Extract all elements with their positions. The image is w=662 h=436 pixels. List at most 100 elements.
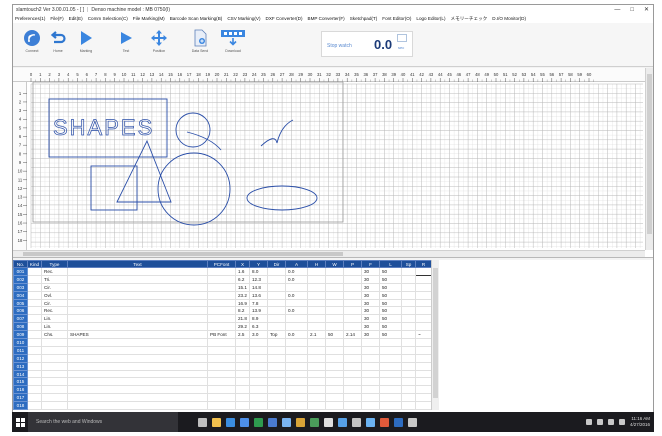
test-button[interactable]: Test bbox=[115, 29, 137, 57]
table-cell-a[interactable] bbox=[285, 314, 308, 324]
table-cell-type[interactable]: Chs. bbox=[41, 330, 68, 340]
table-cell-no[interactable]: 012 bbox=[13, 353, 28, 363]
table-cell-kind[interactable] bbox=[27, 369, 42, 379]
table-cell-y[interactable]: 13.6 bbox=[249, 290, 268, 300]
table-cell-a[interactable] bbox=[285, 298, 308, 308]
table-cell-y[interactable]: 7.8 bbox=[249, 298, 268, 308]
file-explorer-icon[interactable] bbox=[212, 417, 221, 427]
table-cell-p[interactable] bbox=[343, 353, 362, 363]
table-cell-p[interactable]: 2.14 bbox=[343, 330, 362, 340]
table-cell-l[interactable] bbox=[379, 393, 402, 403]
shape-rectangle-2[interactable] bbox=[90, 165, 138, 211]
table-cell-font[interactable] bbox=[207, 314, 236, 324]
table-cell-font[interactable] bbox=[207, 282, 236, 292]
table-cell-p[interactable] bbox=[343, 393, 362, 403]
app-icon[interactable] bbox=[366, 417, 375, 427]
table-cell-l[interactable] bbox=[379, 369, 402, 379]
table-cell-r[interactable] bbox=[415, 298, 432, 308]
table-cell-p[interactable] bbox=[343, 377, 362, 387]
column-header[interactable]: Dir bbox=[267, 260, 286, 268]
table-cell-f[interactable]: 30 bbox=[361, 282, 380, 292]
column-header[interactable]: Sp bbox=[401, 260, 416, 268]
table-cell-font[interactable] bbox=[207, 338, 236, 347]
app-icon[interactable] bbox=[380, 417, 389, 427]
table-cell-l[interactable]: 50 bbox=[379, 290, 402, 300]
shape-text-shapes[interactable]: SHAPES bbox=[53, 115, 154, 141]
table-cell-x[interactable] bbox=[235, 393, 250, 403]
table-cell-w[interactable] bbox=[325, 338, 344, 347]
table-cell-no[interactable]: 001 bbox=[13, 267, 28, 276]
table-cell-sp[interactable] bbox=[401, 282, 416, 292]
table-cell-r[interactable] bbox=[415, 377, 432, 387]
drawing-canvas[interactable]: 0 1 2 3 4 5 6 7 8 9 10 11 12 13 14 15 16 17 18 19 20 21 22 23 24… bbox=[13, 68, 653, 258]
table-row[interactable]: 004 Ovl. 23.2 13.6 0.0 30 50 bbox=[13, 290, 432, 300]
table-cell-h[interactable] bbox=[307, 282, 326, 292]
table-cell-w[interactable] bbox=[325, 282, 344, 292]
table-cell-kind[interactable] bbox=[27, 338, 42, 347]
table-cell-no[interactable]: 002 bbox=[13, 274, 28, 284]
table-cell-kind[interactable] bbox=[27, 361, 42, 371]
table-cell-a[interactable] bbox=[285, 282, 308, 292]
table-cell-type[interactable] bbox=[41, 345, 68, 355]
table-cell-r[interactable] bbox=[415, 338, 432, 347]
table-cell-x[interactable] bbox=[235, 401, 250, 411]
table-cell-font[interactable] bbox=[207, 361, 236, 371]
menu-item[interactable]: メモリーチェック bbox=[451, 16, 488, 22]
table-cell-r[interactable] bbox=[415, 361, 432, 371]
table-cell-no[interactable]: 007 bbox=[13, 314, 28, 324]
table-cell-no[interactable]: 014 bbox=[13, 369, 28, 379]
table-cell-type[interactable]: Lin. bbox=[41, 322, 68, 332]
column-header[interactable]: H bbox=[307, 260, 326, 268]
table-cell-a[interactable] bbox=[285, 385, 308, 395]
table-cell-l[interactable]: 50 bbox=[379, 306, 402, 316]
table-cell-l[interactable] bbox=[379, 377, 402, 387]
table-cell-dir[interactable] bbox=[267, 306, 286, 316]
menu-item[interactable]: BMP Converter(F) bbox=[308, 16, 345, 21]
table-cell-r[interactable] bbox=[415, 385, 432, 395]
table-cell-x[interactable]: 1.6 bbox=[235, 267, 250, 276]
table-cell-text[interactable] bbox=[67, 314, 208, 324]
table-cell-r[interactable] bbox=[415, 314, 432, 324]
table-cell-w[interactable]: 50 bbox=[325, 330, 344, 340]
table-cell-sp[interactable] bbox=[401, 353, 416, 363]
table-cell-p[interactable] bbox=[343, 369, 362, 379]
table-cell-r[interactable]: ~ bbox=[415, 330, 432, 340]
app-icon[interactable] bbox=[352, 417, 361, 427]
excel-icon[interactable] bbox=[254, 417, 263, 427]
table-cell-sp[interactable] bbox=[401, 322, 416, 332]
table-cell-font[interactable] bbox=[207, 369, 236, 379]
table-cell-h[interactable] bbox=[307, 306, 326, 316]
table-cell-sp[interactable] bbox=[401, 267, 416, 276]
table-vertical-scrollbar[interactable] bbox=[431, 260, 439, 410]
table-cell-text[interactable] bbox=[67, 298, 208, 308]
table-cell-kind[interactable] bbox=[27, 393, 42, 403]
table-cell-a[interactable]: 0.0 bbox=[285, 267, 308, 276]
table-cell-font[interactable] bbox=[207, 353, 236, 363]
table-cell-w[interactable] bbox=[325, 345, 344, 355]
table-cell-w[interactable] bbox=[325, 314, 344, 324]
column-header[interactable]: L bbox=[379, 260, 402, 268]
table-cell-sp[interactable] bbox=[401, 377, 416, 387]
table-cell-f[interactable] bbox=[361, 345, 380, 355]
table-cell-p[interactable] bbox=[343, 345, 362, 355]
table-cell-kind[interactable] bbox=[27, 314, 42, 324]
table-cell-l[interactable] bbox=[379, 361, 402, 371]
table-row[interactable]: 017 bbox=[13, 393, 432, 403]
table-cell-l[interactable]: 50 bbox=[379, 298, 402, 308]
table-cell-p[interactable] bbox=[343, 290, 362, 300]
taskbar-search-input[interactable]: Search the web and Windows bbox=[28, 412, 178, 432]
table-row[interactable]: 003 Cir. 15.1 14.8 30 50 bbox=[13, 282, 432, 292]
table-cell-dir[interactable] bbox=[267, 369, 286, 379]
table-cell-kind[interactable] bbox=[27, 401, 42, 411]
table-cell-x[interactable]: 29.2 bbox=[235, 322, 250, 332]
table-cell-dir[interactable] bbox=[267, 282, 286, 292]
maximize-button[interactable]: □ bbox=[630, 7, 634, 13]
table-cell-r[interactable] bbox=[415, 274, 432, 284]
table-cell-sp[interactable] bbox=[401, 369, 416, 379]
table-cell-f[interactable] bbox=[361, 353, 380, 363]
table-cell-h[interactable] bbox=[307, 322, 326, 332]
layout-grid[interactable]: 0 1 2 3 4 5 6 7 8 9 10 11 12 13 14 15 16 17 18 19 20 21 22 23 24… bbox=[13, 68, 645, 250]
table-cell-no[interactable]: 003 bbox=[13, 282, 28, 292]
app-icon[interactable] bbox=[268, 417, 277, 427]
table-cell-sp[interactable] bbox=[401, 401, 416, 411]
